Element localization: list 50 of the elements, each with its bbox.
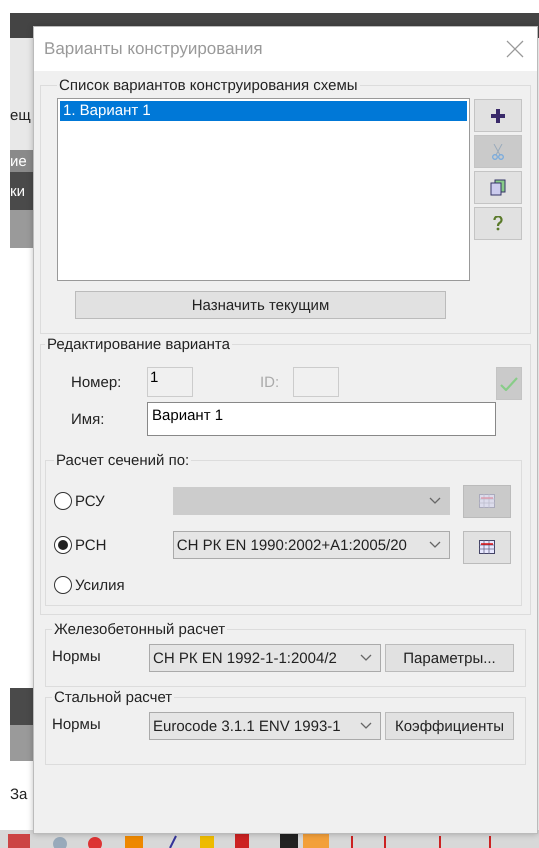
field-label: Имя: [71,410,106,428]
coefficients-button[interactable]: Коэффициенты [385,712,514,740]
table-button[interactable] [463,530,511,564]
plus-icon [491,108,505,122]
help-button[interactable] [474,207,522,240]
radio-button[interactable] [54,536,72,554]
radio-label: Усилия [75,576,126,594]
table-icon [479,494,496,508]
dropdown[interactable]: СН РК EN 1992-1-1:2004/2 [149,644,381,672]
dropdown[interactable]: СН РК EN 1990:2002+A1:2005/20 [172,531,450,559]
name-field[interactable]: Вариант 1 [147,402,496,436]
side-panel-bar [10,725,34,761]
chevron-down-icon [429,541,442,549]
field-label: Нормы [52,716,102,733]
radio-label: РСУ [74,492,106,510]
radio-button[interactable] [54,492,72,510]
set-current-button[interactable]: Назначить текущим [75,291,446,319]
chevron-down-icon [429,497,442,505]
check-icon [500,376,518,390]
group-title: Расчет сечений по: [55,452,190,469]
dropdown[interactable]: Eurocode 3.1.1 ENV 1993-1 [149,712,381,740]
radio-button[interactable] [54,576,72,594]
group-title: Стальной расчет [53,689,174,706]
list-item[interactable]: 1. Вариант 1 [60,101,467,121]
group-title: Редактирование варианта [46,336,231,353]
side-panel-bar [10,210,34,248]
group-title: Железобетонный расчет [53,621,226,638]
close-button[interactable] [505,39,525,59]
dialog-title: Варианты конструирования [44,39,263,59]
copy-icon [490,179,506,196]
field-label: Нормы [52,648,102,665]
variant-list[interactable]: 1. Вариант 1 [57,98,470,281]
chevron-down-icon [360,722,372,730]
side-panel-text: ие [10,152,27,170]
side-panel-bar [10,688,34,725]
chevron-down-icon [360,654,372,662]
add-button[interactable] [474,99,522,132]
side-panel-text: За [10,786,28,803]
table-icon [479,540,496,554]
scissors-icon [491,144,505,160]
question-icon [493,216,503,231]
field-label: Номер: [71,374,122,390]
side-panel-text: ещ [10,107,31,124]
copy-button[interactable] [474,171,522,204]
number-field[interactable]: 1 [147,367,193,397]
group-title: Список вариантов конструирования схемы [58,77,359,94]
parameters-button[interactable]: Параметры... [385,644,514,672]
side-panel-text: ки [10,182,25,200]
radio-label: РСН [74,536,108,554]
field-label: ID: [260,374,280,390]
